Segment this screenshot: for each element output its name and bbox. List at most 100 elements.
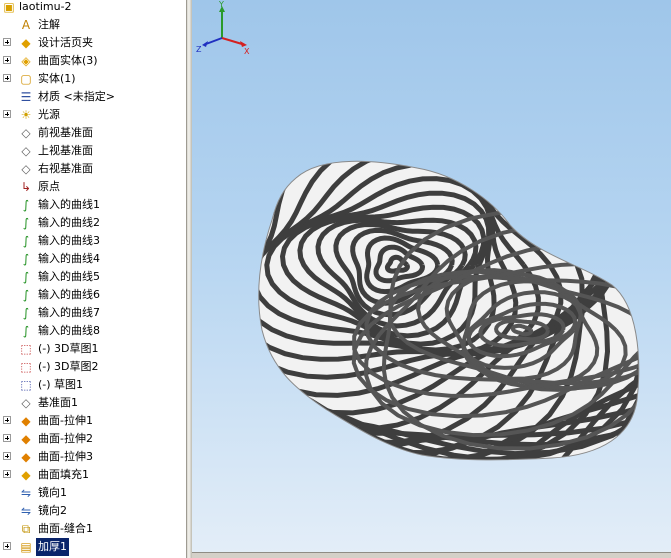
tree-item[interactable]: A 注解 — [0, 16, 186, 34]
plane-icon: ◇ — [21, 162, 31, 176]
surface-extrude-icon: ◆ — [21, 450, 31, 464]
tree-item[interactable]: ∫ 输入的曲线6 — [0, 286, 186, 304]
plane-icon: ◇ — [21, 126, 31, 140]
tree-root[interactable]: ▣ laotimu-2 — [0, 0, 186, 16]
3d-sketch-icon: ⬚ — [20, 342, 32, 356]
plane-icon: ◇ — [21, 144, 31, 158]
tree-item[interactable]: ↳ 原点 — [0, 178, 186, 196]
tree-item[interactable]: ⬚ (-) 草图1 — [0, 376, 186, 394]
tree-item-label: 曲面实体(3) — [38, 54, 98, 67]
tree-item[interactable]: ⬚ (-) 3D草图2 — [0, 358, 186, 376]
tree-item-label: 曲面填充1 — [38, 468, 89, 481]
tree-item[interactable]: ∫ 输入的曲线3 — [0, 232, 186, 250]
3d-sketch-icon: ⬚ — [20, 360, 32, 374]
tree-item[interactable]: ☰ 材质 <未指定> — [0, 88, 186, 106]
expand-toggle-icon[interactable] — [3, 110, 11, 118]
surface-bodies-icon: ◈ — [21, 54, 31, 68]
origin-icon: ↳ — [20, 180, 32, 194]
tree-item[interactable]: ∫ 输入的曲线7 — [0, 304, 186, 322]
z-axis-arrow — [205, 37, 223, 45]
tree-item-label: 光源 — [38, 108, 60, 121]
tree-item[interactable]: ∫ 输入的曲线8 — [0, 322, 186, 340]
curve-icon: ∫ — [22, 234, 30, 248]
expand-toggle-icon[interactable] — [3, 38, 11, 46]
x-axis-label: X — [244, 47, 250, 56]
axis-triad: Y X Z — [196, 0, 250, 56]
expand-toggle-icon[interactable] — [3, 470, 11, 478]
tree-item-label: (-) 3D草图1 — [38, 342, 99, 355]
tree-item-label: 输入的曲线5 — [38, 270, 100, 283]
tree-item[interactable]: ◆ 曲面-拉伸3 — [0, 448, 186, 466]
feature-manager-tree[interactable]: ▣ laotimu-2 A 注解 ◆ 设计活页夹 ◈ 曲面实体(3) ▢ 实体(1) ☰ 材质 <未指… — [0, 0, 186, 558]
knit-icon: ⧉ — [21, 522, 31, 536]
thicken-icon: ▤ — [20, 540, 32, 554]
tree-item-label: 上视基准面 — [38, 144, 93, 157]
curve-icon: ∫ — [22, 324, 30, 338]
tree-item[interactable]: ☀ 光源 — [0, 106, 186, 124]
tree-item-label: 曲面-拉伸2 — [38, 432, 93, 445]
tree-item[interactable]: ⇋ 镜向1 — [0, 484, 186, 502]
tree-item[interactable]: ◆ 曲面填充1 — [0, 466, 186, 484]
x-axis-arrow — [221, 37, 243, 45]
tree-item[interactable]: ⧉ 曲面-缝合1 — [0, 520, 186, 538]
tree-item-label: 注解 — [38, 18, 60, 31]
expand-toggle-icon[interactable] — [3, 434, 11, 442]
tree-item-label: 输入的曲线4 — [38, 252, 100, 265]
material-icon: ☰ — [20, 90, 32, 104]
solid-bodies-icon: ▢ — [20, 72, 32, 86]
surface-extrude-icon: ◆ — [21, 414, 31, 428]
tree-item-label: laotimu-2 — [19, 0, 72, 13]
tree-item-label: 曲面-缝合1 — [38, 522, 93, 535]
tree-item[interactable]: ◈ 曲面实体(3) — [0, 52, 186, 70]
tree-item[interactable]: ◇ 基准面1 — [0, 394, 186, 412]
part-icon: ▣ — [3, 0, 15, 14]
tree-item[interactable]: ▢ 实体(1) — [0, 70, 186, 88]
tree-item-label: 右视基准面 — [38, 162, 93, 175]
expand-toggle-icon[interactable] — [3, 416, 11, 424]
tree-item-label: 设计活页夹 — [38, 36, 93, 49]
tree-item-label: 曲面-拉伸1 — [38, 414, 93, 427]
tree-item-label: 输入的曲线6 — [38, 288, 100, 301]
tree-item[interactable]: ∫ 输入的曲线5 — [0, 268, 186, 286]
tree-item[interactable]: ⬚ (-) 3D草图1 — [0, 340, 186, 358]
tree-item[interactable]: ◇ 上视基准面 — [0, 142, 186, 160]
tree-item-label: 镜向2 — [38, 504, 67, 517]
curve-icon: ∫ — [22, 252, 30, 266]
annotation-icon: A — [21, 18, 31, 32]
tree-item-label: 实体(1) — [38, 72, 76, 85]
tree-item[interactable]: ◆ 曲面-拉伸2 — [0, 430, 186, 448]
tree-item[interactable]: ◆ 曲面-拉伸1 — [0, 412, 186, 430]
tree-item[interactable]: ∫ 输入的曲线4 — [0, 250, 186, 268]
curve-icon: ∫ — [22, 270, 30, 284]
mirror-icon: ⇋ — [20, 486, 32, 500]
tree-item[interactable]: ∫ 输入的曲线1 — [0, 196, 186, 214]
tree-item-label: 输入的曲线3 — [38, 234, 100, 247]
tree-item-label: 基准面1 — [38, 396, 78, 409]
expand-toggle-icon[interactable] — [3, 74, 11, 82]
tree-item[interactable]: ◆ 设计活页夹 — [0, 34, 186, 52]
tree-item-label: 前视基准面 — [38, 126, 93, 139]
tree-item[interactable]: ◇ 右视基准面 — [0, 160, 186, 178]
tree-item-label: 镜向1 — [38, 486, 67, 499]
model-body — [258, 161, 639, 460]
tree-item[interactable]: ◇ 前视基准面 — [0, 124, 186, 142]
tree-item[interactable]: ∫ 输入的曲线2 — [0, 214, 186, 232]
tree-item[interactable]: ▤ 加厚1 — [0, 538, 186, 556]
lights-icon: ☀ — [20, 108, 32, 122]
surface-fill-icon: ◆ — [21, 468, 31, 482]
curve-icon: ∫ — [22, 306, 30, 320]
tree-item-label: (-) 3D草图2 — [38, 360, 99, 373]
expand-toggle-icon[interactable] — [3, 452, 11, 460]
tree-item-label: 输入的曲线1 — [38, 198, 100, 211]
zebra-stripe-model[interactable] — [192, 0, 671, 558]
y-axis-label: Y — [218, 0, 224, 9]
tree-item-label: 加厚1 — [36, 538, 69, 556]
tree-item-label: (-) 草图1 — [38, 378, 84, 391]
expand-toggle-icon[interactable] — [3, 542, 11, 550]
curve-icon: ∫ — [22, 216, 30, 230]
graphics-viewport[interactable]: Y X Z — [192, 0, 671, 558]
plane-icon: ◇ — [21, 396, 31, 410]
expand-toggle-icon[interactable] — [3, 56, 11, 64]
tree-item[interactable]: ⇋ 镜向2 — [0, 502, 186, 520]
tree-item-label: 输入的曲线7 — [38, 306, 100, 319]
